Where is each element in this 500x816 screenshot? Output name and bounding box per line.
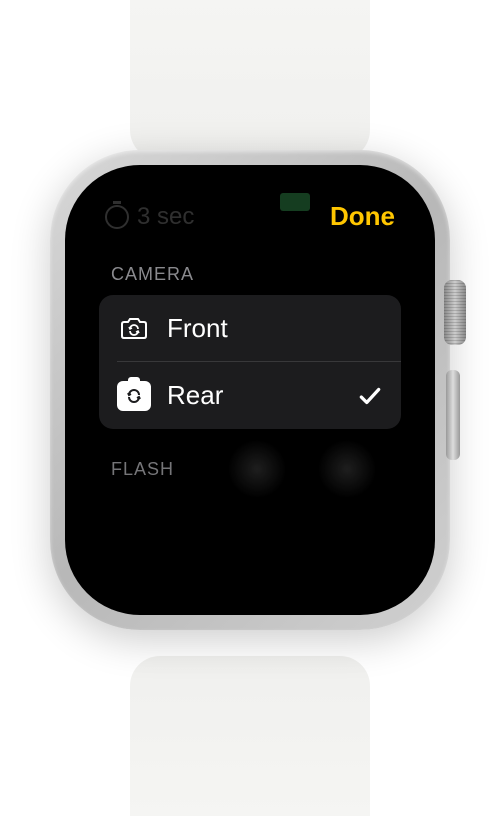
section-header-camera: CAMERA	[93, 242, 407, 295]
side-button[interactable]	[446, 370, 460, 460]
screen: 3 sec Done CAMERA	[85, 185, 415, 595]
watch-band-top	[130, 0, 370, 160]
option-label: Rear	[167, 380, 341, 411]
flash-title: FLASH	[111, 459, 174, 479]
option-label: Front	[167, 313, 383, 344]
section-header-flash: FLASH	[93, 429, 407, 490]
header-bar: 3 sec Done	[93, 197, 407, 242]
decorative-blur	[227, 439, 377, 499]
camera-switch-icon	[117, 315, 151, 343]
camera-options-list: Front Rear	[99, 295, 401, 429]
camera-switch-icon-filled	[117, 382, 151, 410]
done-button[interactable]: Done	[330, 201, 395, 232]
toggle-peek	[280, 193, 310, 211]
timer-label: 3 sec	[137, 203, 194, 231]
checkmark-icon	[357, 383, 383, 409]
timer-icon	[105, 205, 129, 229]
camera-option-rear[interactable]: Rear	[99, 362, 401, 429]
screen-bezel: 3 sec Done CAMERA	[65, 165, 435, 615]
timer-setting[interactable]: 3 sec	[105, 203, 194, 231]
camera-option-front[interactable]: Front	[99, 295, 401, 362]
digital-crown[interactable]	[444, 280, 466, 345]
watch-case: 3 sec Done CAMERA	[50, 150, 450, 630]
watch-band-bottom	[130, 656, 370, 816]
